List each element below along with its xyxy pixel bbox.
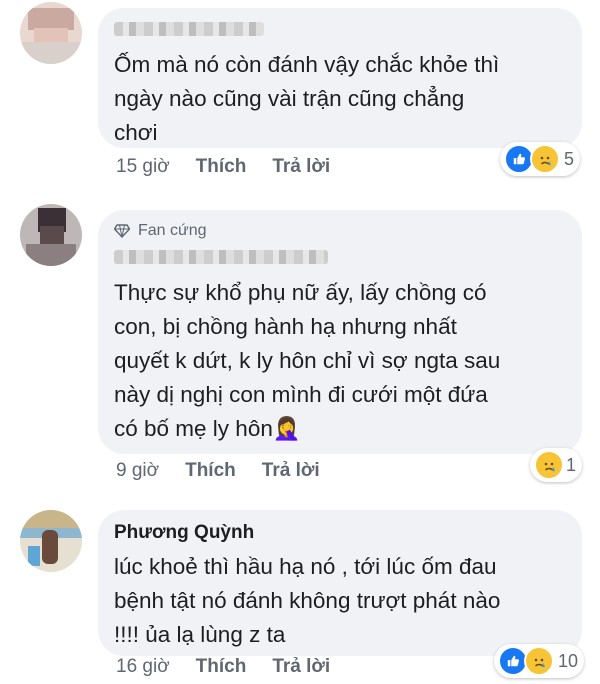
commenter-avatar-2[interactable] bbox=[20, 204, 82, 266]
commenter-avatar-1[interactable] bbox=[20, 2, 82, 64]
sad-icon bbox=[524, 646, 554, 676]
diamond-icon bbox=[114, 224, 130, 238]
reaction-count: 10 bbox=[558, 650, 579, 671]
reaction-summary-1[interactable]: 5 bbox=[500, 142, 581, 176]
reply-button[interactable]: Trả lời bbox=[272, 656, 330, 678]
comment-time[interactable]: 9 giờ bbox=[116, 460, 159, 482]
reaction-count: 1 bbox=[566, 454, 577, 475]
blurred-author-name bbox=[114, 250, 328, 264]
like-button[interactable]: Thích bbox=[196, 156, 247, 178]
commenter-avatar-3[interactable] bbox=[20, 510, 82, 572]
comment-text: lúc khoẻ thì hầu hạ nó , tới lúc ốm đau … bbox=[114, 554, 501, 647]
reaction-summary-2[interactable]: 1 bbox=[530, 448, 583, 482]
comment-time[interactable]: 15 giờ bbox=[116, 156, 170, 178]
like-button[interactable]: Thích bbox=[185, 460, 236, 482]
comment-actions-2: 9 giờ Thích Trả lời bbox=[116, 460, 320, 482]
comment-actions-1: 15 giờ Thích Trả lời bbox=[116, 156, 330, 178]
comment-author[interactable]: Phương Quỳnh bbox=[114, 522, 254, 544]
comment-text: Ốm mà nó còn đánh vậy chắc khỏe thì ngày… bbox=[114, 52, 500, 145]
fan-badge: Fan cứng bbox=[114, 222, 207, 240]
reaction-summary-3[interactable]: 10 bbox=[494, 644, 585, 678]
comment-bubble-3: Phương Quỳnh lúc khoẻ thì hầu hạ nó , tớ… bbox=[98, 510, 582, 656]
like-button[interactable]: Thích bbox=[196, 656, 247, 678]
sad-icon bbox=[530, 144, 560, 174]
reply-button[interactable]: Trả lời bbox=[272, 156, 330, 178]
fan-badge-label: Fan cứng bbox=[138, 222, 207, 239]
comment-actions-3: 16 giờ Thích Trả lời bbox=[116, 656, 330, 678]
comment-text: Thực sự khổ phụ nữ ấy, lấy chồng có con,… bbox=[114, 280, 501, 441]
facepalm-emoji: 🤦‍♀️ bbox=[272, 416, 301, 441]
comment-bubble-1: Ốm mà nó còn đánh vậy chắc khỏe thì ngày… bbox=[98, 8, 582, 148]
comment-bubble-2: Fan cứng Thực sự khổ phụ nữ ấy, lấy chồn… bbox=[98, 210, 582, 454]
reply-button[interactable]: Trả lời bbox=[262, 460, 320, 482]
comment-time[interactable]: 16 giờ bbox=[116, 656, 170, 678]
sad-icon bbox=[534, 450, 564, 480]
reaction-count: 5 bbox=[564, 148, 575, 169]
blurred-author-name bbox=[114, 22, 264, 36]
